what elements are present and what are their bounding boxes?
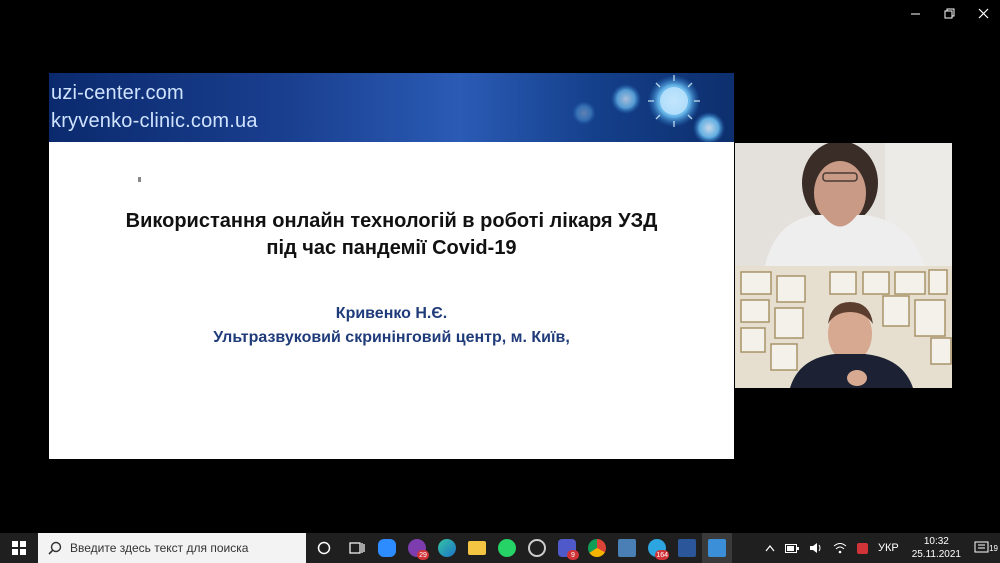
taskbar-app-3d-box[interactable] [612,533,642,563]
start-button[interactable] [0,533,38,563]
clock-time: 10:32 [923,536,949,547]
antivirus-icon [856,542,868,554]
telegram-badge: 164 [655,550,669,560]
slide-title-line-1: Використання онлайн технологій в роботі … [125,210,658,232]
media-player-icon [708,539,726,557]
taskbar-app-word[interactable] [672,533,702,563]
clock-date: 25.11.2021 [911,549,961,560]
chevron-up-icon [765,545,775,552]
participant-video-woman [735,143,952,266]
taskbar-search-box[interactable]: Введите здесь текст для поиска [38,533,306,563]
notification-icon [974,541,989,553]
language-indicator[interactable]: УКР [873,542,904,554]
taskbar-app-chrome[interactable] [582,533,612,563]
battery-icon [784,543,799,553]
camera-app-icon [528,539,546,557]
slide-author: Кривенко Н.Є. [335,305,448,322]
taskbar-clock[interactable]: 10:32 25.11.2021 [904,535,969,561]
word-icon [678,539,696,557]
restore-button[interactable] [932,0,966,26]
speaker-icon [809,543,821,553]
windows-logo-icon [12,541,26,555]
action-center-button[interactable]: 19 [969,541,1000,555]
3d-box-icon [618,539,636,557]
edge-icon [438,539,456,557]
restore-icon [944,8,954,18]
participant-video-man [735,266,952,388]
search-icon [48,541,62,555]
banner-link-uzi-center: uzi-center.com [51,82,184,104]
viber-badge: 29 [417,550,429,560]
taskbar-app-viber[interactable]: 29 [402,533,432,563]
slide-banner: uzi-center.com kryvenko-clinic.com.ua [49,73,734,142]
search-placeholder: Введите здесь текст для поиска [70,541,249,555]
taskbar-app-edge[interactable] [432,533,462,563]
banner-link-kryvenko-clinic: kryvenko-clinic.com.ua [51,110,258,132]
volume-button[interactable] [804,542,828,554]
system-tray: УКР 10:32 25.11.2021 19 [760,533,1000,563]
chrome-icon [588,539,606,557]
task-view-button[interactable] [342,533,372,563]
whatsapp-icon [498,539,516,557]
taskbar-app-whatsapp[interactable] [492,533,522,563]
show-hidden-icons-button[interactable] [760,544,780,552]
shared-slide: uzi-center.com kryvenko-clinic.com.ua Ви… [49,73,734,459]
participant-video-1[interactable] [735,143,952,266]
network-button[interactable] [828,542,852,554]
battery-indicator[interactable] [780,543,804,553]
minimize-button[interactable] [898,0,932,26]
cortana-circle-icon [317,541,331,555]
close-button[interactable] [966,0,1000,26]
windows-taskbar: Введите здесь текст для поиска 29 9 164 [0,533,1000,563]
taskbar-app-media-player[interactable] [702,533,732,563]
notification-count: 19 [989,544,998,553]
wifi-icon [833,543,847,554]
minimize-icon [910,13,920,14]
taskbar-app-file-explorer[interactable] [462,533,492,563]
taskbar-app-zoom[interactable] [372,533,402,563]
taskbar-app-camera[interactable] [522,533,552,563]
teams-badge: 9 [567,550,579,560]
slide-title: Використання онлайн технологій в роботі … [49,208,734,262]
close-icon [978,8,988,18]
window-controls [898,0,1000,26]
antivirus-tray-button[interactable] [852,542,873,554]
participant-video-2[interactable] [735,266,952,388]
taskbar-app-teams[interactable]: 9 [552,533,582,563]
slide-affiliation: Ультразвуковий скринінговий центр, м. Ки… [213,329,570,346]
virus-illustration-icon [572,75,725,142]
mouse-cursor-mark [138,177,141,182]
slide-title-line-2: під час пандемії Covid-19 [266,237,517,259]
zoom-icon [378,539,396,557]
cortana-button[interactable] [306,533,342,563]
taskbar-app-telegram[interactable]: 164 [642,533,672,563]
task-view-icon [349,542,365,554]
file-explorer-icon [468,541,486,555]
